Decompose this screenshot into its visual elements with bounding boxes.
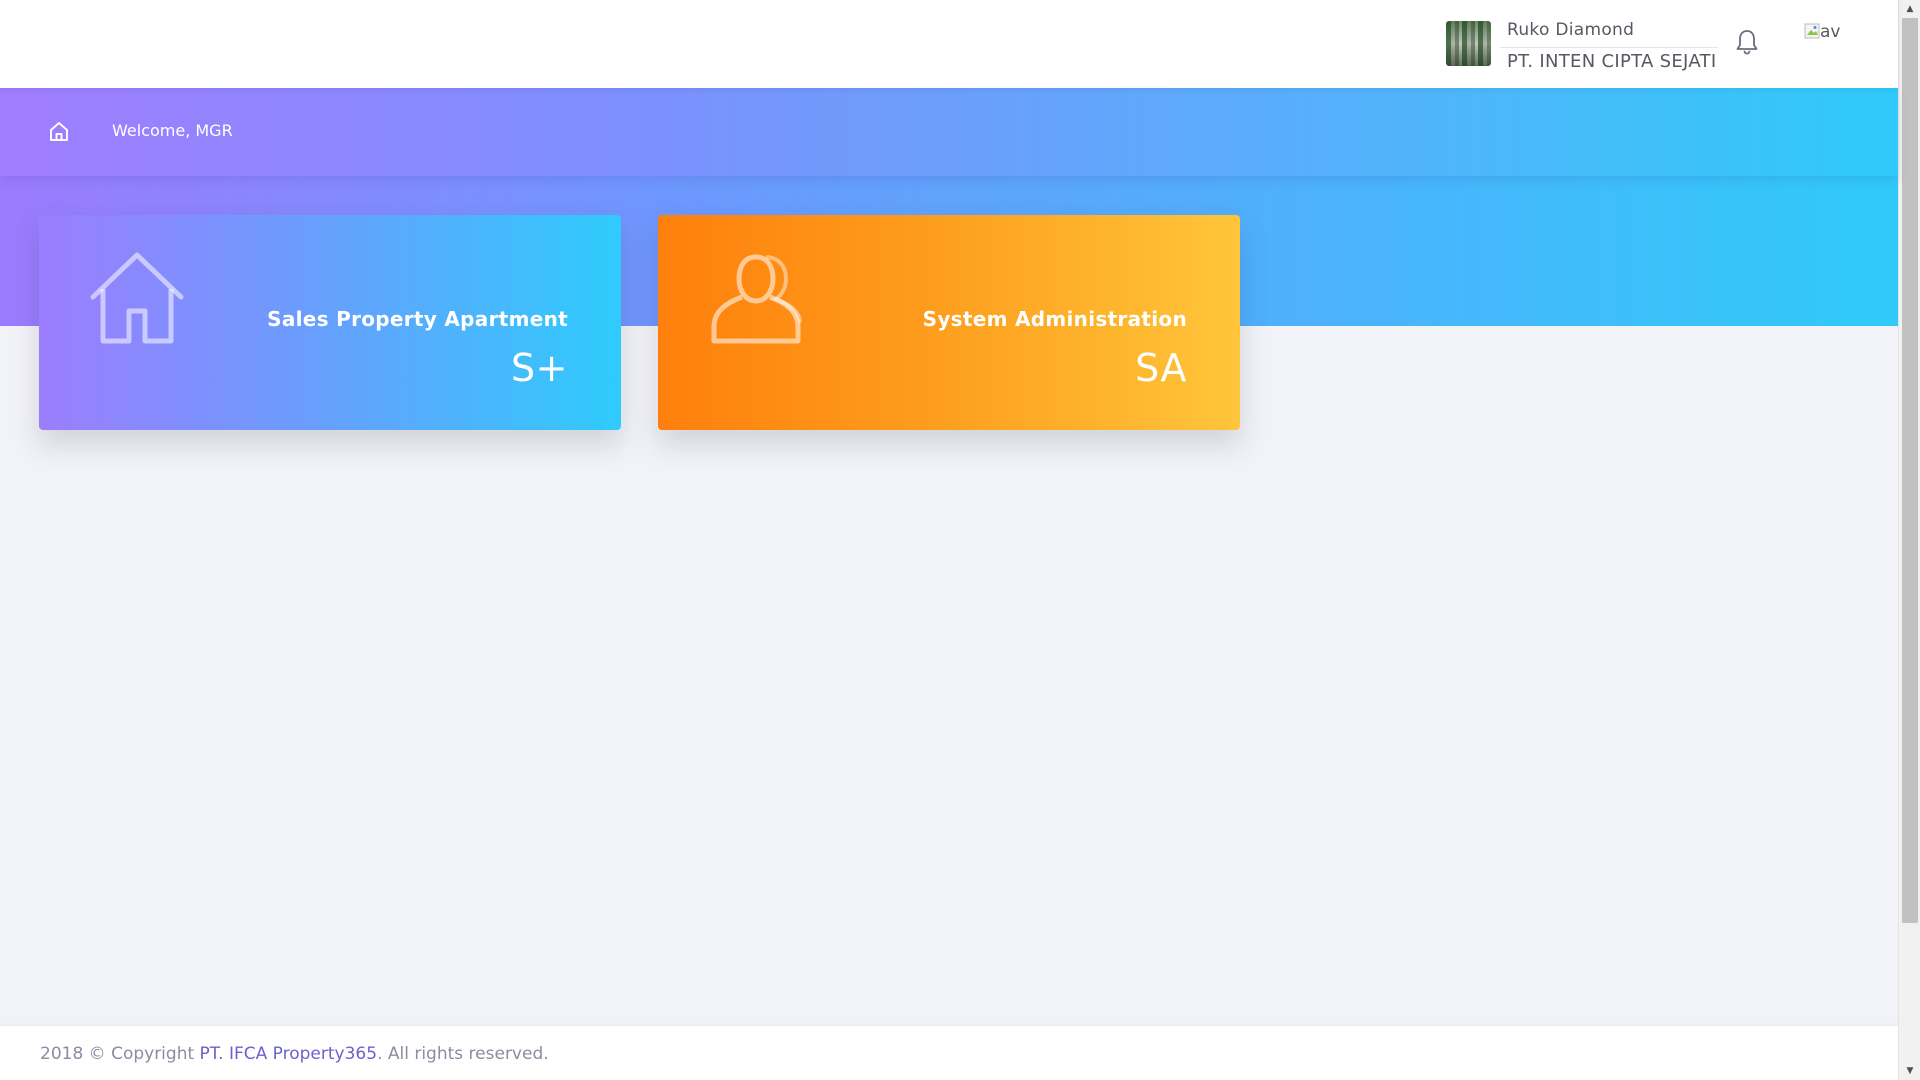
card-title: Sales Property Apartment [267,307,568,331]
card-code: S+ [511,346,568,390]
card-title: System Administration [922,307,1187,331]
card-sales-property-apartment[interactable]: Sales Property Apartment S+ [39,215,621,430]
copyright-suffix: . All rights reserved. [377,1044,549,1064]
house-icon [90,252,184,344]
card-system-administration[interactable]: System Administration SA [658,215,1240,430]
avatar-alt-text: av [1820,22,1841,42]
home-icon[interactable] [48,120,70,142]
copyright-link[interactable]: PT. IFCA Property365 [200,1044,378,1064]
vertical-scrollbar[interactable]: ▲ ▼ [1898,0,1920,1080]
welcome-text: Welcome, MGR [112,121,233,140]
broken-image-icon [1804,23,1820,39]
card-code: SA [1135,346,1187,390]
copyright-prefix: 2018 © Copyright [40,1044,200,1064]
project-divider [1500,47,1718,48]
bell-icon[interactable] [1734,28,1760,56]
users-icon [711,254,802,344]
top-header: Ruko Diamond PT. INTEN CIPTA SEJATI av [0,0,1898,88]
avatar[interactable]: av [1804,22,1854,42]
copyright-text: 2018 © Copyright PT. IFCA Property365. A… [40,1044,549,1064]
footer: 2018 © Copyright PT. IFCA Property365. A… [0,1026,1898,1080]
scroll-up-arrow-icon[interactable]: ▲ [1899,0,1920,18]
project-name[interactable]: Ruko Diamond [1507,20,1634,40]
scroll-thumb[interactable] [1902,18,1918,923]
subheader-bar [0,88,1898,176]
company-name[interactable]: PT. INTEN CIPTA SEJATI [1507,51,1716,72]
project-thumbnail[interactable] [1446,21,1491,66]
scroll-down-arrow-icon[interactable]: ▼ [1899,1062,1920,1080]
app-root: Ruko Diamond PT. INTEN CIPTA SEJATI av W… [0,0,1920,1080]
